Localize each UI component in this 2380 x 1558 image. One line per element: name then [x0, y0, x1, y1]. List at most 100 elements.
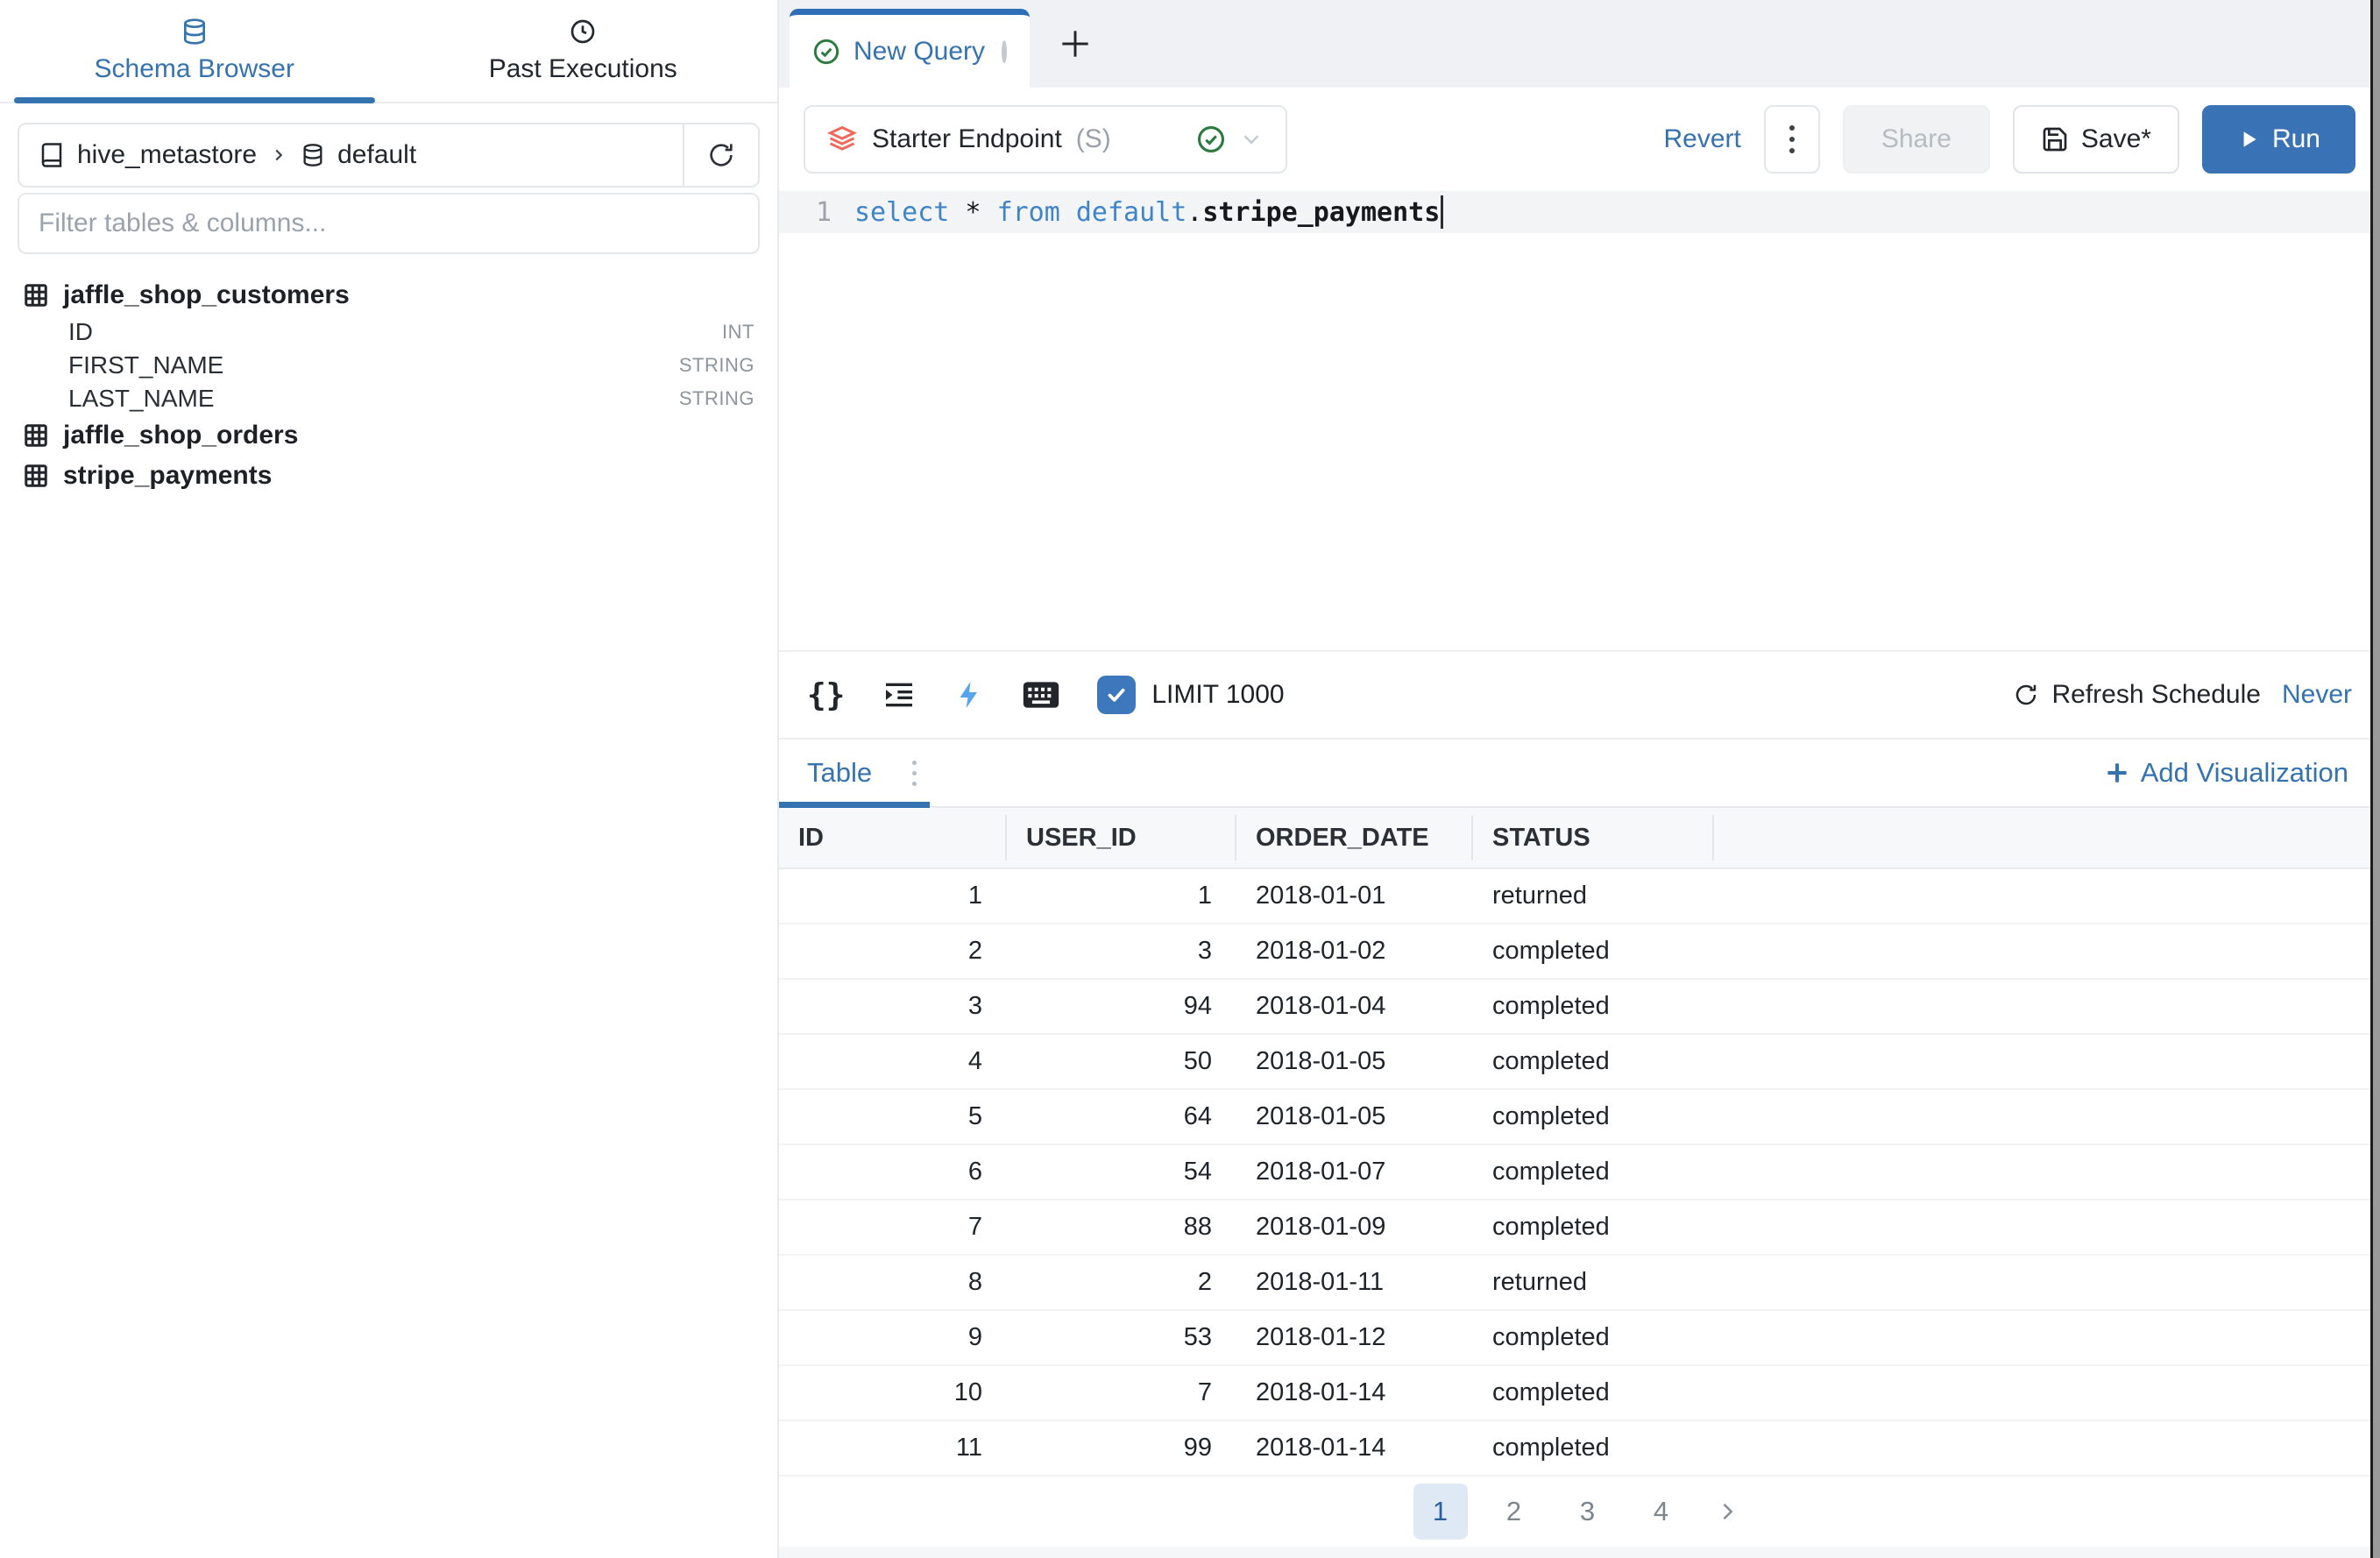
- cell: completed: [1473, 1047, 1714, 1076]
- page-button-3[interactable]: 3: [1561, 1484, 1615, 1540]
- more-actions-button[interactable]: [1764, 105, 1820, 174]
- play-icon: [2237, 128, 2260, 151]
- page-button-2[interactable]: 2: [1487, 1484, 1541, 1540]
- tab-table-visualization[interactable]: Table: [807, 757, 872, 789]
- format-query-icon[interactable]: {}: [807, 677, 845, 713]
- table-tab-menu-icon[interactable]: [912, 761, 917, 786]
- cell: 10: [779, 1378, 1007, 1407]
- endpoint-layers-icon: [826, 124, 858, 155]
- cell: completed: [1473, 1213, 1714, 1242]
- editor-toolbar: {} LIMIT 1000 Refresh Schedule Never: [779, 650, 2380, 738]
- tab-schema-browser[interactable]: Schema Browser: [0, 0, 389, 102]
- pagination: 1234: [779, 1477, 2380, 1547]
- indent-icon[interactable]: [882, 677, 917, 712]
- results-header-row: IDUSER_IDORDER_DATESTATUS: [779, 806, 2380, 869]
- schema-table-item[interactable]: jaffle_shop_customers: [23, 275, 754, 315]
- sql-editor[interactable]: 1 select * from default.stripe_payments: [779, 191, 2380, 650]
- tab-schema-browser-label: Schema Browser: [95, 54, 294, 84]
- next-page-button[interactable]: [1708, 1499, 1746, 1524]
- keyboard-shortcuts-icon[interactable]: [1022, 679, 1060, 711]
- results-header: Table Add Visualization: [779, 738, 2380, 806]
- editor-actionbar: Starter Endpoint (S) Revert Share Save*: [779, 88, 2380, 191]
- schema-column-item[interactable]: ID INT: [23, 315, 754, 349]
- schema-column-type: INT: [722, 321, 754, 343]
- table-grid-icon: [23, 463, 49, 489]
- tab-past-executions-label: Past Executions: [489, 54, 677, 84]
- cell: 2018-01-11: [1236, 1268, 1473, 1297]
- cell: 2018-01-01: [1236, 882, 1473, 910]
- page-button-1[interactable]: 1: [1413, 1484, 1468, 1540]
- tab-past-executions[interactable]: Past Executions: [389, 0, 778, 102]
- schema-column-item[interactable]: FIRST_NAME STRING: [23, 349, 754, 382]
- schema-column-item[interactable]: LAST_NAME STRING: [23, 382, 754, 415]
- schema-table-item[interactable]: stripe_payments: [23, 456, 754, 496]
- tab-new-query[interactable]: New Query: [790, 9, 1030, 88]
- cell: 4: [779, 1047, 1007, 1076]
- column-header-order_date[interactable]: ORDER_DATE: [1236, 815, 1473, 860]
- schema-database-icon: [301, 143, 325, 167]
- more-vert-icon: [1789, 125, 1795, 153]
- table-row: 112018-01-01returned: [779, 869, 2380, 924]
- cell: 7: [779, 1213, 1007, 1242]
- revert-link[interactable]: Revert: [1663, 124, 1740, 154]
- schema-table-item[interactable]: jaffle_shop_orders: [23, 415, 754, 456]
- column-header-status[interactable]: STATUS: [1473, 815, 1714, 860]
- refresh-schedule-value[interactable]: Never: [2282, 680, 2352, 710]
- filter-input[interactable]: [39, 209, 739, 238]
- breadcrumb-schema[interactable]: default: [337, 140, 416, 170]
- table-row: 5642018-01-05completed: [779, 1090, 2380, 1145]
- breadcrumb-catalog[interactable]: hive_metastore: [77, 140, 257, 170]
- cell: 2018-01-09: [1236, 1213, 1473, 1242]
- chevron-down-icon: [1238, 126, 1264, 152]
- cell: 6: [779, 1158, 1007, 1186]
- cell: 9: [779, 1323, 1007, 1352]
- query-tab-label: New Query: [854, 37, 985, 67]
- cell: 1: [779, 882, 1007, 910]
- table-row: 822018-01-11returned: [779, 1256, 2380, 1311]
- limit-toggle[interactable]: LIMIT 1000: [1097, 676, 1284, 714]
- column-header-user_id[interactable]: USER_ID: [1007, 815, 1236, 860]
- limit-label: LIMIT 1000: [1151, 680, 1284, 710]
- page-button-4[interactable]: 4: [1634, 1484, 1689, 1540]
- cell: completed: [1473, 1378, 1714, 1407]
- cell: 50: [1007, 1047, 1236, 1076]
- cell: 64: [1007, 1102, 1236, 1131]
- query-saved-check-icon: [812, 38, 840, 66]
- cell: 2018-01-12: [1236, 1323, 1473, 1352]
- cell: 2018-01-14: [1236, 1378, 1473, 1407]
- schema-breadcrumb-box: hive_metastore default: [18, 123, 760, 188]
- table-grid-icon: [23, 282, 49, 308]
- schema-table-name: stripe_payments: [63, 461, 272, 491]
- window-scrollbar[interactable]: [2370, 0, 2380, 1558]
- refresh-schedule-label: Refresh Schedule: [2051, 680, 2260, 710]
- cell: 99: [1007, 1434, 1236, 1462]
- bottom-strip: [779, 1547, 2380, 1558]
- add-visualization-button[interactable]: Add Visualization: [2104, 757, 2348, 789]
- table-row: 3942018-01-04completed: [779, 980, 2380, 1035]
- breadcrumb[interactable]: hive_metastore default: [19, 140, 683, 170]
- cell: 3: [779, 992, 1007, 1021]
- clock-icon: [569, 18, 597, 46]
- new-tab-button[interactable]: [1056, 25, 1094, 63]
- active-code-line: 1 select * from default.stripe_payments: [779, 191, 2380, 233]
- table-tab-underline: [779, 802, 930, 808]
- endpoint-name: Starter Endpoint: [872, 124, 1062, 154]
- code-line-content: select * from default.stripe_payments: [854, 197, 1440, 228]
- column-header-id[interactable]: ID: [779, 815, 1007, 860]
- share-button[interactable]: Share: [1843, 105, 1990, 174]
- refresh-schema-button[interactable]: [683, 124, 758, 186]
- endpoint-selector[interactable]: Starter Endpoint (S): [804, 105, 1287, 174]
- autocomplete-lightning-icon[interactable]: [953, 677, 985, 712]
- breadcrumb-chevron-icon: [269, 145, 288, 165]
- schema-sidebar: Schema Browser Past Executions hive_meta…: [0, 0, 779, 1558]
- sidebar-tabs: Schema Browser Past Executions: [0, 0, 777, 103]
- query-tabstrip: New Query: [779, 0, 2380, 88]
- cell: 3: [1007, 937, 1236, 966]
- limit-checkbox[interactable]: [1097, 676, 1136, 714]
- endpoint-ok-icon: [1196, 124, 1226, 154]
- cell: 94: [1007, 992, 1236, 1021]
- run-button[interactable]: Run: [2202, 105, 2355, 174]
- cell: 53: [1007, 1323, 1236, 1352]
- save-button[interactable]: Save*: [2013, 105, 2179, 174]
- cell: 54: [1007, 1158, 1236, 1186]
